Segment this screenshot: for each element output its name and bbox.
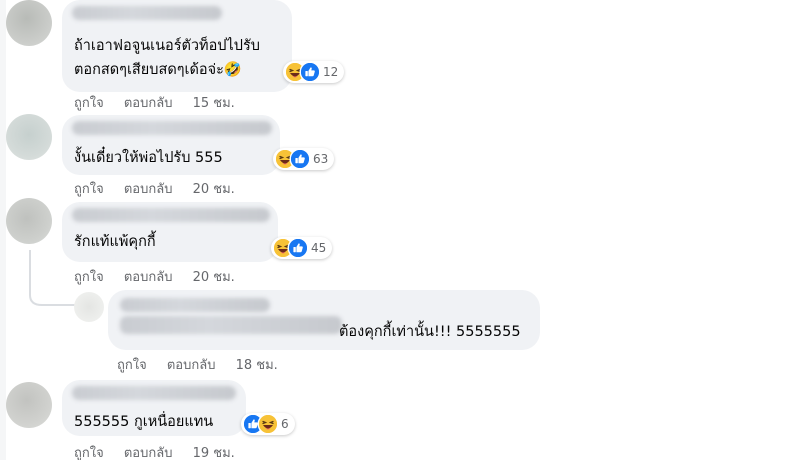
commenter-name[interactable] — [72, 6, 222, 20]
avatar[interactable] — [6, 382, 52, 428]
comment-timestamp[interactable]: 20 ชม. — [193, 266, 235, 287]
like-button[interactable]: ถูกใจ — [74, 178, 104, 199]
reaction-count: 63 — [313, 152, 329, 166]
comment-timestamp[interactable]: 18 ชม. — [236, 354, 278, 375]
comment-text-line: ถ้าเอาฟอจูนเนอร์ตัวท็อปไปรับ — [74, 38, 260, 54]
like-button[interactable]: ถูกใจ — [74, 92, 104, 113]
comment-timestamp[interactable]: 20 ชม. — [193, 178, 235, 199]
comment-text-line: 555555 กูเหนื่อยแทน — [74, 414, 214, 430]
commenter-name[interactable] — [72, 121, 272, 135]
comment-actions: ถูกใจ ตอบกลับ 20 ชม. — [74, 178, 235, 199]
reactions-summary[interactable]: 45 — [271, 237, 333, 259]
thread-connector-line — [29, 250, 75, 306]
comments-panel: ถ้าเอาฟอจูนเนอร์ตัวท็อปไปรับ ตอกสดๆเสียบ… — [0, 0, 800, 460]
comment-actions: ถูกใจ ตอบกลับ 18 ชม. — [117, 354, 278, 375]
like-reaction-icon — [289, 239, 307, 257]
reaction-count: 45 — [311, 241, 327, 255]
blurred-mention — [120, 316, 342, 334]
commenter-name[interactable] — [72, 386, 236, 400]
comment-text-line: งั้นเดี๋ยวให้พ่อไปรับ 555 — [74, 150, 223, 166]
avatar[interactable] — [6, 198, 52, 244]
reaction-count: 12 — [323, 65, 339, 79]
like-reaction-icon — [291, 150, 309, 168]
avatar[interactable] — [6, 114, 52, 160]
reactions-summary[interactable]: 63 — [273, 148, 335, 170]
commenter-name[interactable] — [72, 208, 270, 222]
comment-text-line: รักแท้แพ้คุกกี้ — [74, 234, 156, 250]
reply-button[interactable]: ตอบกลับ — [124, 266, 173, 287]
avatar[interactable] — [6, 0, 52, 46]
reply-button[interactable]: ตอบกลับ — [167, 354, 216, 375]
comment-actions: ถูกใจ ตอบกลับ 19 ชม. — [74, 442, 235, 460]
comment-text-line: ตอกสดๆเสียบสดๆเด้อจ่ะ🤣 — [74, 62, 242, 78]
comment-actions: ถูกใจ ตอบกลับ 20 ชม. — [74, 266, 235, 287]
reactions-summary[interactable]: 6 — [241, 413, 295, 435]
like-button[interactable]: ถูกใจ — [74, 442, 104, 460]
reply-button[interactable]: ตอบกลับ — [124, 92, 173, 113]
haha-reaction-icon — [259, 415, 277, 433]
reply-button[interactable]: ตอบกลับ — [124, 178, 173, 199]
like-reaction-icon — [301, 63, 319, 81]
like-button[interactable]: ถูกใจ — [117, 354, 147, 375]
commenter-name[interactable] — [120, 298, 270, 312]
avatar[interactable] — [74, 292, 104, 322]
left-edge — [0, 0, 6, 460]
reaction-count: 6 — [281, 417, 289, 431]
comment-timestamp[interactable]: 15 ชม. — [193, 92, 235, 113]
comment-timestamp[interactable]: 19 ชม. — [193, 442, 235, 460]
reactions-summary[interactable]: 12 — [283, 61, 345, 83]
comment-actions: ถูกใจ ตอบกลับ 15 ชม. — [74, 92, 235, 113]
reply-button[interactable]: ตอบกลับ — [124, 442, 173, 460]
comment-text-line: ต้องคุกกี้เท่านั้น!!! 5555555 — [339, 324, 521, 340]
